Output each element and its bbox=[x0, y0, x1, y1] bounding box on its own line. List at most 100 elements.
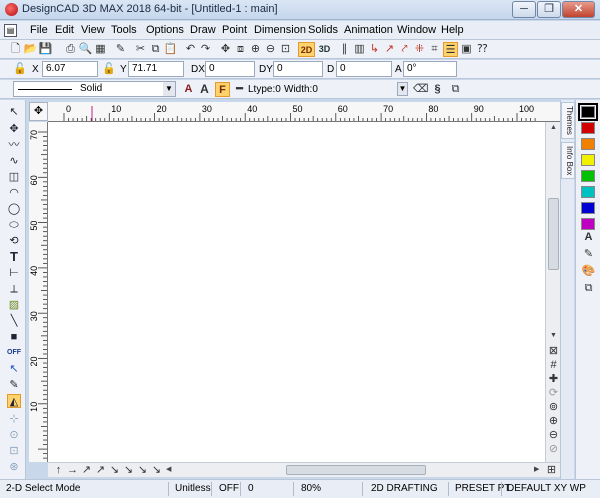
layers-icon[interactable]: ☰ bbox=[443, 42, 458, 57]
menu-tools[interactable]: Tools bbox=[111, 24, 137, 36]
arc-icon[interactable]: ◠ bbox=[7, 186, 21, 200]
menu-help[interactable]: Help bbox=[441, 24, 464, 36]
view-zoom-in-icon[interactable]: ⊕ bbox=[546, 414, 561, 429]
snap-icon[interactable]: ↳ bbox=[367, 42, 382, 57]
dy-field[interactable]: 0 bbox=[273, 61, 323, 77]
polyline-icon[interactable]: 〰 bbox=[7, 138, 21, 152]
context-help-icon[interactable]: ⁇ bbox=[475, 42, 490, 57]
lock-x-icon[interactable]: 🔓 bbox=[13, 63, 27, 76]
offset-icon[interactable]: ⟂ bbox=[7, 282, 21, 296]
view-iso1-icon[interactable]: ↗ bbox=[80, 463, 93, 478]
zoom-in-icon[interactable]: ⊕ bbox=[248, 42, 263, 57]
color-swatch[interactable] bbox=[581, 122, 595, 134]
palette-icon[interactable]: 🎨 bbox=[581, 264, 596, 279]
lock-y-icon[interactable]: 🔓 bbox=[102, 63, 116, 76]
angle-field[interactable]: 0° bbox=[403, 61, 457, 77]
handles-icon[interactable]: ⁜ bbox=[412, 42, 427, 57]
move-tool-icon[interactable]: ✥ bbox=[7, 122, 21, 136]
fill-tool-icon[interactable]: ■ bbox=[7, 330, 21, 344]
text-color-icon[interactable]: A bbox=[581, 230, 596, 245]
menu-dimension[interactable]: Dimension bbox=[254, 24, 306, 36]
vertical-scroll-thumb[interactable] bbox=[548, 198, 559, 270]
pick-icon[interactable]: ✎ bbox=[7, 378, 21, 392]
symbol-icon[interactable]: § bbox=[430, 82, 445, 97]
properties-icon[interactable]: ▣ bbox=[459, 42, 474, 57]
save-icon[interactable]: 💾 bbox=[38, 42, 53, 57]
menu-draw[interactable]: Draw bbox=[190, 24, 216, 36]
open-folder-icon[interactable]: 📂 bbox=[23, 42, 38, 57]
view-iso4-icon[interactable]: ↘ bbox=[122, 463, 135, 478]
menu-file[interactable]: File bbox=[30, 24, 48, 36]
layer-manager-icon[interactable]: ⧉ bbox=[448, 82, 463, 97]
paste-icon[interactable]: 📋 bbox=[163, 42, 178, 57]
distance-field[interactable]: 0 bbox=[336, 61, 392, 77]
view-zoom-out-icon[interactable]: ⊖ bbox=[546, 428, 561, 443]
line-color-icon[interactable]: ✎ bbox=[581, 247, 596, 262]
3d-mode-button[interactable]: 3D bbox=[316, 42, 333, 57]
dx-field[interactable]: 0 bbox=[205, 61, 255, 77]
snap-end-icon[interactable]: ⊡ bbox=[7, 444, 21, 458]
print-icon[interactable]: ⎙ bbox=[63, 42, 78, 57]
ortho-angle-icon[interactable]: ⤤ bbox=[397, 42, 412, 57]
status-drafting-mode[interactable]: 2D DRAFTING bbox=[371, 483, 438, 494]
view-iso3-icon[interactable]: ↘ bbox=[108, 463, 121, 478]
move-icon[interactable]: ✥ bbox=[218, 42, 233, 57]
2d-mode-button[interactable]: 2D bbox=[298, 42, 315, 57]
new-file-icon[interactable]: 🗋 bbox=[8, 42, 23, 57]
y-coordinate-field[interactable]: 71.71 bbox=[128, 61, 184, 77]
rotate-view-icon[interactable]: ⟳ bbox=[546, 386, 561, 401]
zoom-out-icon[interactable]: ⊖ bbox=[263, 42, 278, 57]
cut-icon[interactable]: ✂ bbox=[133, 42, 148, 57]
render-icon[interactable]: ◭ bbox=[7, 394, 21, 408]
snap-point-icon[interactable]: ⊙ bbox=[7, 428, 21, 442]
transform-icon[interactable]: ⟲ bbox=[7, 234, 21, 248]
view-up-arrow-icon[interactable]: ↑ bbox=[52, 463, 65, 478]
eraser-icon[interactable]: ⌫ bbox=[413, 82, 429, 97]
snap-mid-icon[interactable]: ⊛ bbox=[7, 460, 21, 474]
select-arrow-icon[interactable]: ↖ bbox=[7, 105, 21, 119]
x-coordinate-field[interactable]: 6.07 bbox=[42, 61, 98, 77]
color-swatch[interactable] bbox=[581, 186, 595, 198]
color-swatch[interactable] bbox=[581, 154, 595, 166]
view-iso2-icon[interactable]: ↗ bbox=[94, 463, 107, 478]
text-tool-icon[interactable]: T bbox=[7, 250, 21, 264]
view-iso5-icon[interactable]: ↘ bbox=[136, 463, 149, 478]
menu-options[interactable]: Options bbox=[146, 24, 184, 36]
corner-settings-icon[interactable]: ⊞ bbox=[545, 463, 558, 478]
width-dropdown-icon[interactable]: ▼ bbox=[397, 82, 408, 96]
ellipse-icon[interactable]: ⬭ bbox=[7, 218, 21, 232]
document-icon[interactable]: ▤ bbox=[4, 24, 17, 37]
horizontal-scroll-thumb[interactable] bbox=[286, 465, 426, 475]
plot-icon[interactable]: ▦ bbox=[93, 42, 108, 57]
scroll-up-icon[interactable]: ▲ bbox=[548, 124, 559, 134]
tab-info-box[interactable]: Info Box bbox=[561, 142, 575, 180]
tab-themes[interactable]: Themes bbox=[561, 102, 575, 139]
grid-icon[interactable]: ▥ bbox=[352, 42, 367, 57]
print-preview-icon[interactable]: 🔍 bbox=[78, 42, 93, 57]
redo-icon[interactable]: ↷ bbox=[198, 42, 213, 57]
snap-grid-icon[interactable]: ⊹ bbox=[7, 412, 21, 426]
menu-edit[interactable]: Edit bbox=[55, 24, 74, 36]
scroll-right-icon[interactable]: ▶ bbox=[534, 465, 542, 475]
ortho-icon[interactable]: ↗ bbox=[382, 42, 397, 57]
spell-icon[interactable]: ✎ bbox=[113, 42, 128, 57]
zoom-window-icon[interactable]: ⧈ bbox=[233, 42, 248, 57]
menu-window[interactable]: Window bbox=[397, 24, 436, 36]
copy-icon[interactable]: ⧉ bbox=[148, 42, 163, 57]
dimension-icon[interactable]: ⊢ bbox=[7, 266, 21, 280]
fill-toggle-button[interactable]: F bbox=[215, 82, 230, 97]
view-right-arrow-icon[interactable]: → bbox=[66, 463, 79, 478]
line-style-select[interactable]: Solid ▼ bbox=[13, 81, 176, 97]
color-swatch[interactable] bbox=[581, 170, 595, 182]
restore-button[interactable]: ❐ bbox=[537, 1, 561, 18]
color-swatch[interactable] bbox=[581, 202, 595, 214]
box-icon[interactable]: ◫ bbox=[7, 170, 21, 184]
parallel-icon[interactable]: ∥ bbox=[337, 42, 352, 57]
color-swatch[interactable] bbox=[581, 138, 595, 150]
scroll-down-icon[interactable]: ▼ bbox=[548, 332, 559, 342]
circle-icon[interactable]: ◯ bbox=[7, 202, 21, 216]
menu-point[interactable]: Point bbox=[222, 24, 247, 36]
font-size-button[interactable]: A bbox=[197, 82, 212, 97]
hatch-tool-icon[interactable]: ▨ bbox=[7, 298, 21, 312]
zoom-all-icon[interactable]: ⊡ bbox=[278, 42, 293, 57]
